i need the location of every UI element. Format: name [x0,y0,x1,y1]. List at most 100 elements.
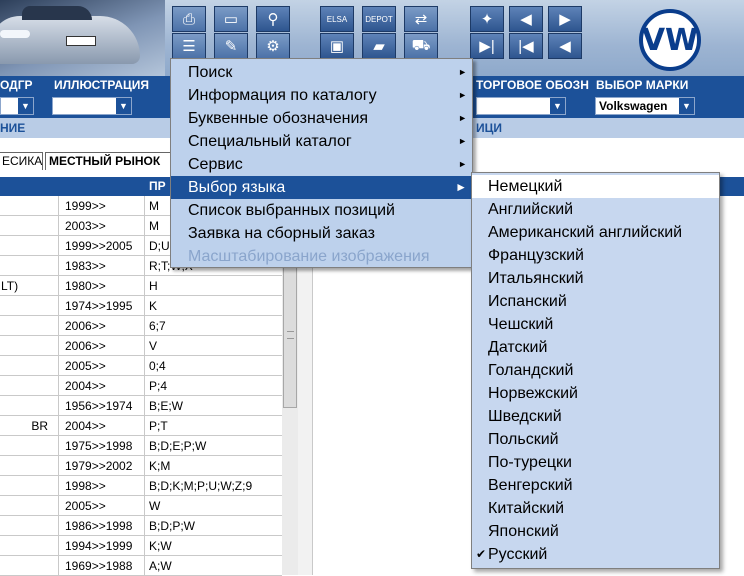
page-next-icon[interactable]: ▶ [548,6,582,32]
language-option[interactable]: ✔ Русский [472,543,719,566]
tab-local-market[interactable]: МЕСТНЫЙ РЫНОК [45,152,173,170]
codes-cell: K;M [149,459,171,473]
scrollbar-thumb[interactable] [283,262,297,408]
table-row[interactable]: 1956>>1974 B;E;W [0,396,282,416]
prev-icon[interactable]: |◀ [509,33,543,59]
model-name-cell [0,456,58,476]
book-icon[interactable]: ▭ [214,6,248,32]
pencil-icon[interactable]: ✎ [214,33,248,59]
context-menu: Поиск ► Информация по каталогу ► Буквенные о… [170,58,473,268]
brand-select[interactable]: Volkswagen ▼ [595,97,695,115]
table-row[interactable]: 1969>>1988 A;W [0,556,282,576]
illustration-select[interactable]: ▼ [52,97,132,115]
wheel-icon[interactable]: ⚙ [256,33,290,59]
language-option[interactable]: Английский [472,198,719,221]
language-option[interactable]: Японский [472,520,719,543]
language-option[interactable]: Датский [472,336,719,359]
odgr-select[interactable]: ▼ [0,97,34,115]
table-row[interactable]: 1998>> B;D;K;M;P;U;W;Z;9 [0,476,282,496]
menu-item[interactable]: Информация по каталогу ► [171,84,472,107]
language-option[interactable]: Чешский [472,313,719,336]
language-option[interactable]: Итальянский [472,267,719,290]
model-name-cell [0,516,58,536]
language-option[interactable]: Норвежский [472,382,719,405]
language-option-label: Венгерский [488,477,573,494]
language-option[interactable]: Французский [472,244,719,267]
pin-icon[interactable]: ✦ [470,6,504,32]
menu-item-label: Выбор языка [188,179,286,196]
years-cell: 2004>> [65,419,106,433]
language-option[interactable]: По-турецки [472,451,719,474]
table-row[interactable]: 1979>>2002 K;M [0,456,282,476]
menu-item-label: Сервис [188,156,243,173]
codes-cell: 0;4 [149,359,166,373]
chevron-right-icon: ► [458,67,467,77]
table-row[interactable]: 2006>> 6;7 [0,316,282,336]
years-cell: 1975>>1998 [65,439,133,453]
codes-cell: K [149,299,158,313]
table-row[interactable]: 1974>>1995 K [0,296,282,316]
elsa-icon[interactable]: ELSA [320,6,354,32]
codes-cell: V [149,339,158,353]
model-name-cell [0,436,58,456]
language-option-label: Испанский [488,293,567,310]
model-name-cell [0,316,58,336]
chevron-down-icon: ▼ [116,98,131,114]
van-icon[interactable]: ▰ [362,33,396,59]
language-option[interactable]: Китайский [472,497,719,520]
car-banner-image [0,0,165,76]
years-cell: 1998>> [65,479,106,493]
table-row[interactable]: 1986>>1998 B;D;P;W [0,516,282,536]
table-row[interactable]: 2005>> W [0,496,282,516]
model-name-cell: BR [0,416,58,436]
menu-item[interactable]: Заявка на сборный заказ [171,222,472,245]
cart-icon[interactable]: ⛟ [404,33,438,59]
table-row[interactable]: 2006>> V [0,336,282,356]
language-option-label: Немецкий [488,178,563,195]
chevron-down-icon: ▼ [679,98,694,114]
language-option[interactable]: Американский английский [472,221,719,244]
years-cell: 1969>>1988 [65,559,133,573]
tab-classic[interactable]: ЕСИКА [0,152,43,170]
language-option[interactable]: Испанский [472,290,719,313]
codes-cell: A;W [149,559,172,573]
form-icon[interactable]: ☰ [172,33,206,59]
binoculars-icon[interactable]: ⚲ [256,6,290,32]
first-icon[interactable]: ▶| [470,33,504,59]
table-row[interactable]: 1975>>1998 B;D;E;P;W [0,436,282,456]
table-row[interactable]: 2005>> 0;4 [0,356,282,376]
chevron-right-icon: ► [458,90,467,100]
menu-item-label: Информация по каталогу [188,87,377,104]
language-option[interactable]: Шведский [472,405,719,428]
cart-transfer-icon[interactable]: ⇄ [404,6,438,32]
language-option[interactable]: Венгерский [472,474,719,497]
language-option-label: Американский английский [488,224,683,241]
menu-item[interactable]: Буквенные обозначения ► [171,107,472,130]
menu-item[interactable]: Сервис ► [171,153,472,176]
back-icon[interactable]: ◀ [548,33,582,59]
language-option[interactable]: Польский [472,428,719,451]
depot-icon[interactable]: DEPOT [362,6,396,32]
column-header-illustration: ИЛЛЮСТРАЦИЯ [54,78,150,92]
language-option[interactable]: Немецкий [472,175,719,198]
language-option-label: Норвежский [488,385,578,402]
menu-item[interactable]: Выбор языка ► [171,176,472,199]
menu-item[interactable]: Список выбранных позиций [171,199,472,222]
menu-item[interactable]: Поиск ► [171,61,472,84]
menu-item-label: Масштабирование изображения [188,248,430,265]
table-row[interactable]: 2004>> P;4 [0,376,282,396]
trade-name-select[interactable]: ▼ [476,97,566,115]
model-name-cell [0,496,58,516]
table-row[interactable]: BR 2004>> P;T [0,416,282,436]
page-prev-icon[interactable]: ◀ [509,6,543,32]
vw-logo: VW [639,9,701,71]
years-cell: 2005>> [65,359,106,373]
printer-icon[interactable]: ⎙ [172,6,206,32]
model-name-cell [0,296,58,316]
language-option[interactable]: Голандский [472,359,719,382]
monitor-icon[interactable]: ▣ [320,33,354,59]
menu-item[interactable]: Специальный каталог ► [171,130,472,153]
table-row[interactable]: 1994>>1999 K;W [0,536,282,556]
model-name-cell [0,536,58,556]
table-row[interactable]: LT) 1980>> H [0,276,282,296]
